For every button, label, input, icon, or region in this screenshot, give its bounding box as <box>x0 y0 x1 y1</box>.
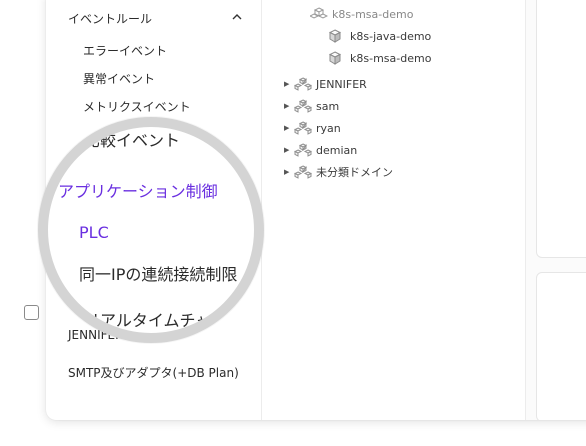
sidebar-item-smtp-adapter[interactable]: SMTP及びアダプタ(+DB Plan) <box>68 364 239 381</box>
sidebar-item-anomaly-event[interactable]: 異常イベント <box>83 70 155 87</box>
sidebar-item-ip-limit[interactable]: 同一IPの連続接続制限 <box>79 261 237 285</box>
cube-icon <box>328 29 346 43</box>
cluster-icon <box>293 121 313 135</box>
options-card: To P <box>536 272 586 420</box>
settings-card: 作 <box>536 0 586 258</box>
cluster-icon <box>293 77 313 91</box>
option-checkbox[interactable] <box>24 305 39 320</box>
sidebar-item-realtime-chart[interactable]: リアルタイムチャート <box>84 307 243 331</box>
cube-icon <box>328 51 346 65</box>
right-panel: 作 To P <box>526 0 586 420</box>
tree-group-demian[interactable]: ▶ demian <box>284 142 357 158</box>
tree-group-jennifer[interactable]: ▶ JENNIFER <box>284 76 367 92</box>
caret-right-icon[interactable]: ▶ <box>284 168 294 176</box>
tree-node-k8s-java-demo[interactable]: k8s-java-demo <box>328 28 431 44</box>
tree-node-top[interactable]: k8s-msa-demo <box>308 6 413 22</box>
caret-right-icon[interactable]: ▶ <box>284 124 294 132</box>
caret-right-icon[interactable]: ▶ <box>284 102 294 110</box>
tree-group-ryan[interactable]: ▶ ryan <box>284 120 341 136</box>
cluster-icon <box>293 165 313 179</box>
sidebar-item-plc[interactable]: PLC <box>79 223 109 242</box>
sidebar-item-metrics-event[interactable]: メトリクスイベント <box>83 98 191 115</box>
domain-tree: k8s-msa-demo k8s-java-demo k8s-msa-demo … <box>262 0 526 420</box>
magnifier-lens: 比較イベント アプリケーション制御 PLC 同一IPの連続接続制限 リアルタイム… <box>38 117 264 343</box>
cluster-icon <box>293 143 313 157</box>
sidebar-item-error-event[interactable]: エラーイベント <box>83 42 167 59</box>
sidebar-item-compare-event[interactable]: 比較イベント <box>84 127 180 151</box>
caret-right-icon[interactable]: ▶ <box>284 146 294 154</box>
sidebar-item-app-control[interactable]: アプリケーション制御 <box>58 178 218 202</box>
caret-right-icon[interactable]: ▶ <box>284 80 294 88</box>
cluster-icon <box>308 7 329 21</box>
tree-group-sam[interactable]: ▶ sam <box>284 98 339 114</box>
tree-node-k8s-msa-demo[interactable]: k8s-msa-demo <box>328 50 431 66</box>
cluster-icon <box>293 99 313 113</box>
chevron-up-icon[interactable] <box>232 13 242 24</box>
sidebar-item-event-rule[interactable]: イベントルール <box>68 10 152 27</box>
tree-group-unclassified[interactable]: ▶ 未分類ドメイン <box>284 164 393 180</box>
